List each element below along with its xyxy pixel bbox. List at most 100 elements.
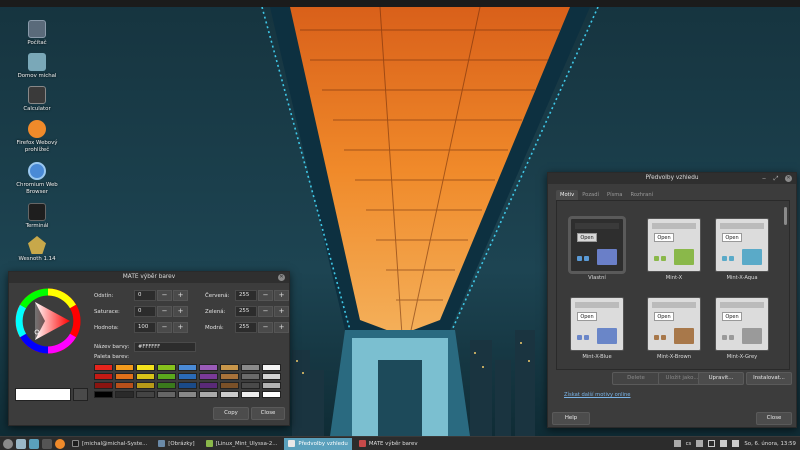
palette-swatch[interactable] (262, 391, 281, 398)
palette-swatch[interactable] (178, 382, 197, 389)
desktop-icon-terminal[interactable]: Terminál (7, 203, 67, 230)
red-decrement-button[interactable]: − (258, 290, 273, 301)
maximize-icon[interactable]: ⤢ (773, 175, 779, 182)
saturation-decrement-button[interactable]: − (157, 306, 172, 317)
theme-item-mint-x[interactable]: Open Mint-X (645, 218, 703, 281)
task-pictures[interactable]: [Obrázky] (154, 438, 198, 450)
palette-swatch[interactable] (241, 364, 260, 371)
palette-swatch[interactable] (157, 391, 176, 398)
blue-value[interactable]: 255 (235, 322, 257, 333)
tab-background[interactable]: Pozadí (578, 190, 603, 200)
theme-item-mint-x-brown[interactable]: Open Mint-X-Brown (645, 297, 703, 360)
palette-swatch[interactable] (241, 382, 260, 389)
blue-decrement-button[interactable]: − (258, 322, 273, 333)
value-increment-button[interactable]: + (173, 322, 188, 333)
help-button[interactable]: Help (552, 412, 590, 425)
value-spinner[interactable]: 100 − + (134, 322, 188, 333)
volume-icon[interactable] (732, 440, 740, 447)
hue-spinner[interactable]: 0 − + (134, 290, 188, 301)
tab-theme[interactable]: Motiv (556, 190, 579, 200)
value-decrement-button[interactable]: − (157, 322, 172, 333)
desktop-icon-wesnoth[interactable]: Wesnoth 1.14 (7, 236, 67, 263)
palette-swatch[interactable] (178, 364, 197, 371)
notification-icon[interactable] (673, 440, 681, 447)
hue-decrement-button[interactable]: − (157, 290, 172, 301)
palette-swatch[interactable] (199, 391, 218, 398)
palette-swatch[interactable] (241, 373, 260, 380)
theme-item-custom[interactable]: Open Vlastní (568, 218, 626, 281)
bluetooth-icon[interactable] (720, 440, 728, 447)
hue-value[interactable]: 0 (134, 290, 156, 301)
task-linux-mint-image[interactable]: [Linux_Mint_Ulyssa-2... (202, 438, 282, 450)
close-button[interactable]: Close (756, 412, 792, 425)
palette-swatch[interactable] (262, 373, 281, 380)
install-button[interactable]: Instalovat... (746, 372, 792, 385)
palette-swatch[interactable] (220, 373, 239, 380)
palette-swatch[interactable] (94, 364, 113, 371)
green-decrement-button[interactable]: − (258, 306, 273, 317)
previous-color-preview[interactable] (73, 388, 88, 401)
desktop-icon-firefox[interactable]: Firefox Webový prohlížeč (7, 120, 67, 154)
saturation-value[interactable]: 0 (134, 306, 156, 317)
menu-icon[interactable] (3, 438, 13, 449)
palette-swatch[interactable] (115, 391, 134, 398)
appearance-titlebar[interactable]: Předvolby vzhledu ‒ ⤢ ✕ (548, 173, 796, 184)
palette-swatch[interactable] (94, 373, 113, 380)
show-desktop-icon[interactable] (16, 438, 26, 449)
palette-swatch[interactable] (220, 364, 239, 371)
keyboard-layout-indicator[interactable]: cs (686, 441, 692, 447)
terminal-launcher-icon[interactable] (42, 438, 52, 449)
close-icon[interactable]: ✕ (785, 175, 792, 182)
red-increment-button[interactable]: + (274, 290, 289, 301)
firefox-launcher-icon[interactable] (55, 438, 65, 449)
files-icon[interactable] (29, 438, 39, 449)
palette-swatch[interactable] (199, 373, 218, 380)
color-picker-titlebar[interactable]: MATE výběr barev ✕ (9, 272, 289, 283)
close-button[interactable]: Close (251, 407, 285, 420)
palette-swatch[interactable] (136, 364, 155, 371)
saturation-spinner[interactable]: 0 − + (134, 306, 188, 317)
palette-swatch[interactable] (115, 364, 134, 371)
palette-swatch[interactable] (136, 382, 155, 389)
palette-swatch[interactable] (241, 391, 260, 398)
color-wheel[interactable] (15, 288, 81, 354)
theme-list-scrollbar[interactable] (784, 207, 787, 225)
tab-fonts[interactable]: Písma (603, 190, 627, 200)
palette-swatch[interactable] (220, 391, 239, 398)
palette-swatch[interactable] (178, 391, 197, 398)
palette-swatch[interactable] (199, 364, 218, 371)
shield-icon[interactable] (708, 440, 716, 447)
palette-swatch[interactable] (115, 382, 134, 389)
palette-swatch[interactable] (262, 382, 281, 389)
task-appearance-preferences[interactable]: Předvolby vzhledu (284, 437, 352, 450)
palette-swatch[interactable] (178, 373, 197, 380)
minimize-icon[interactable]: ‒ (761, 175, 767, 182)
palette-swatch[interactable] (199, 382, 218, 389)
value-value[interactable]: 100 (134, 322, 156, 333)
green-spinner[interactable]: 255 − + (235, 306, 289, 317)
hue-increment-button[interactable]: + (173, 290, 188, 301)
customize-button[interactable]: Upravit... (698, 372, 744, 385)
palette-swatch[interactable] (115, 373, 134, 380)
green-value[interactable]: 255 (235, 306, 257, 317)
blue-spinner[interactable]: 255 − + (235, 322, 289, 333)
red-spinner[interactable]: 255 − + (235, 290, 289, 301)
close-icon[interactable]: ✕ (278, 274, 285, 281)
blue-increment-button[interactable]: + (274, 322, 289, 333)
palette-swatch[interactable] (157, 382, 176, 389)
clock[interactable]: So, 6. února, 13:59 (744, 441, 796, 447)
theme-item-mint-x-blue[interactable]: Open Mint-X-Blue (568, 297, 626, 360)
network-icon[interactable] (696, 440, 704, 447)
tab-interface[interactable]: Rozhraní (626, 190, 657, 200)
theme-item-mint-x-grey[interactable]: Open Mint-X-Grey (713, 297, 771, 360)
palette-swatch[interactable] (262, 364, 281, 371)
delete-button[interactable]: Delete (612, 372, 660, 385)
task-terminal[interactable]: [michal@michal-Syste... (68, 438, 151, 450)
palette-swatch[interactable] (136, 391, 155, 398)
palette-swatch[interactable] (136, 373, 155, 380)
palette-swatch[interactable] (220, 382, 239, 389)
saturation-increment-button[interactable]: + (173, 306, 188, 317)
palette-swatch[interactable] (157, 364, 176, 371)
red-value[interactable]: 255 (235, 290, 257, 301)
desktop-icon-computer[interactable]: Počítač (7, 20, 67, 47)
